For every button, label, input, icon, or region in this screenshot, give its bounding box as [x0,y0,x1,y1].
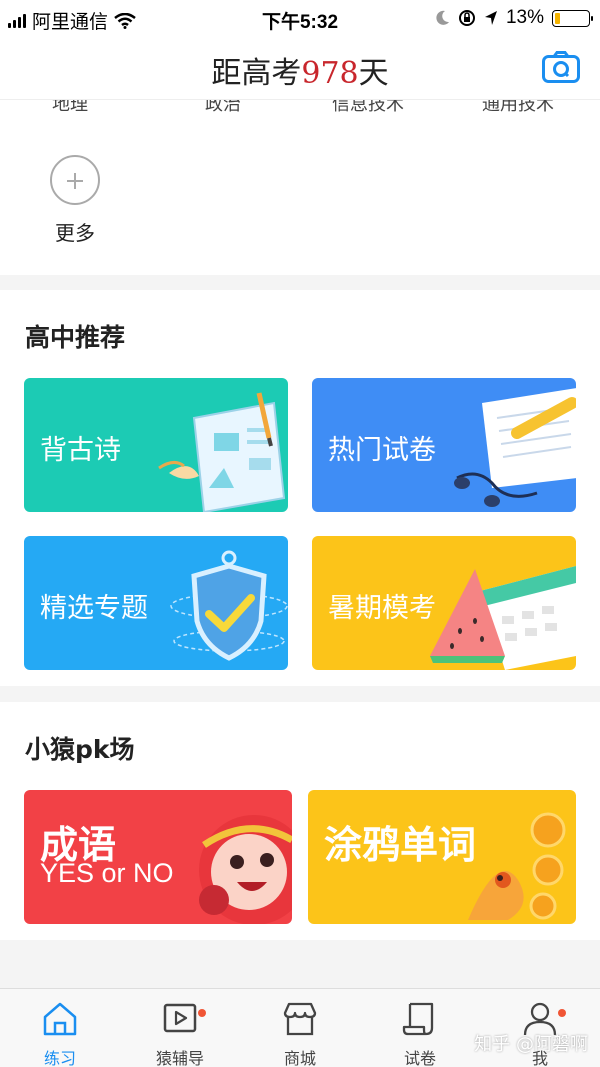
subject-label[interactable]: 通用技术 [482,100,554,116]
orientation-lock-icon [458,10,475,26]
card-label: 热门试卷 [328,435,436,466]
card-label: 精选专题 [40,593,148,624]
plus-icon [50,155,100,205]
house-icon [43,1002,77,1036]
nav-bar: 距高考978天 [0,36,600,100]
section-title: 小猿pk场 [25,735,135,764]
battery-percent: 13% [505,7,544,28]
card-label: 暑期模考 [328,593,436,624]
tab-label: 商城 [283,1049,316,1067]
card-sublabel: YES or NO [40,858,174,888]
tab-label: 练习 [43,1049,76,1067]
tab-store[interactable]: 商城 [240,989,360,1067]
watermark: 知乎 @阿磐啊 [474,1034,588,1055]
exam-paper-icon [454,388,576,507]
card-doodle-words[interactable]: 涂鸦单词 [308,790,576,924]
title-prefix: 距高考 [211,56,302,91]
tab-label: 猿辅导 [155,1049,204,1067]
letter-coins-icon [468,812,566,920]
tab-label: 试卷 [403,1049,436,1067]
card-hot-papers[interactable]: 热门试卷 [312,378,576,512]
recommend-section: 高中推荐 背古诗 热门试卷 精选专题 暑期模考 [0,290,600,686]
tab-tutoring[interactable]: 猿辅导 [120,989,240,1067]
pk-section: 小猿pk场 成语 YES or NO 涂鸦单词 [0,702,600,940]
more-button[interactable]: 更多 [45,155,105,246]
tab-practice[interactable]: 练习 [0,989,120,1067]
subject-grid: 地理 政治 信息技术 通用技术 更多 [0,100,600,275]
scroll-icon [402,1002,434,1036]
subject-label[interactable]: 政治 [205,100,241,116]
video-icon [163,1003,197,1033]
tab-papers[interactable]: 试卷 [360,989,480,1067]
card-summer-mock[interactable]: 暑期模考 [312,536,576,670]
status-bar: 阿里通信 下午5:32 13% [0,0,600,36]
scroll-paper-icon [158,392,286,512]
card-label: 涂鸦单词 [324,823,477,867]
battery-icon [552,9,593,27]
subject-label[interactable]: 地理 [52,100,88,116]
card-poetry[interactable]: 背古诗 [24,378,288,512]
location-icon [484,11,497,25]
status-right: 13% [436,7,593,29]
notification-dot [558,1009,566,1017]
card-label: 背古诗 [40,435,121,466]
camera-icon[interactable] [542,51,580,83]
countdown-title: 距高考978天 [0,48,600,92]
moon-icon [436,10,449,25]
notification-dot [198,1009,206,1017]
days-count: 978 [301,56,359,91]
store-icon [283,1002,317,1036]
shield-check-icon [170,550,288,661]
title-suffix: 天 [358,56,389,91]
calendar-watermelon-icon [430,566,576,670]
subject-row-cut: 地理 政治 信息技术 通用技术 [0,100,600,115]
mascot-icon [199,815,292,924]
card-featured-topics[interactable]: 精选专题 [24,536,288,670]
section-title: 高中推荐 [25,323,126,352]
subject-label[interactable]: 信息技术 [332,100,404,116]
more-label: 更多 [55,221,95,245]
card-idiom[interactable]: 成语 YES or NO [24,790,292,924]
